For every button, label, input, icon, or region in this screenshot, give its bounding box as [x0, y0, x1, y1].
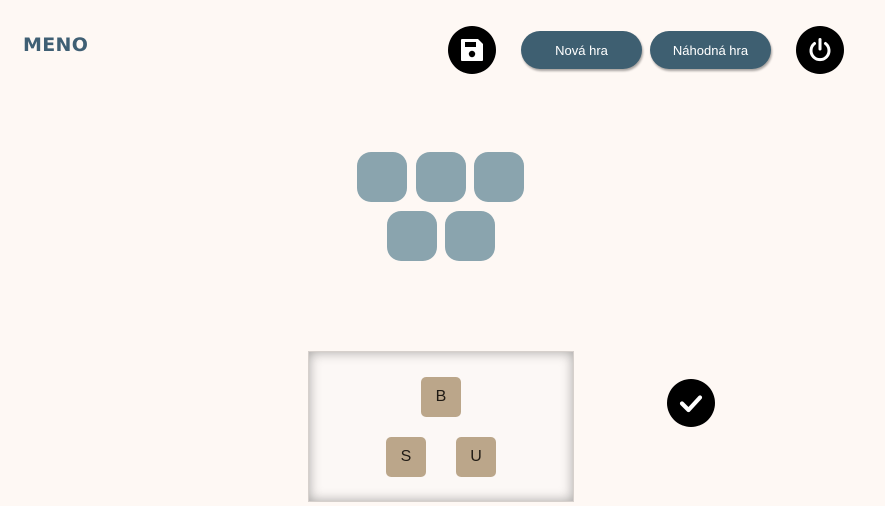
save-button[interactable] [448, 26, 496, 74]
answer-slot-1[interactable] [357, 152, 407, 202]
random-game-button[interactable]: Náhodná hra [650, 31, 771, 69]
answer-slot-2[interactable] [416, 152, 466, 202]
answer-slot-4[interactable] [387, 211, 437, 261]
letter-tile-u[interactable]: U [456, 437, 496, 477]
checkmark-icon [679, 395, 703, 413]
page-title: MENO [23, 34, 89, 56]
power-icon [809, 38, 831, 62]
power-button[interactable] [796, 26, 844, 74]
floppy-disk-icon [461, 39, 483, 61]
letter-tile-s[interactable]: S [386, 437, 426, 477]
new-game-button[interactable]: Nová hra [521, 31, 642, 69]
confirm-button[interactable] [667, 379, 715, 427]
letter-tile-b[interactable]: B [421, 377, 461, 417]
answer-slot-5[interactable] [445, 211, 495, 261]
letter-tray [308, 351, 574, 502]
answer-slot-3[interactable] [474, 152, 524, 202]
